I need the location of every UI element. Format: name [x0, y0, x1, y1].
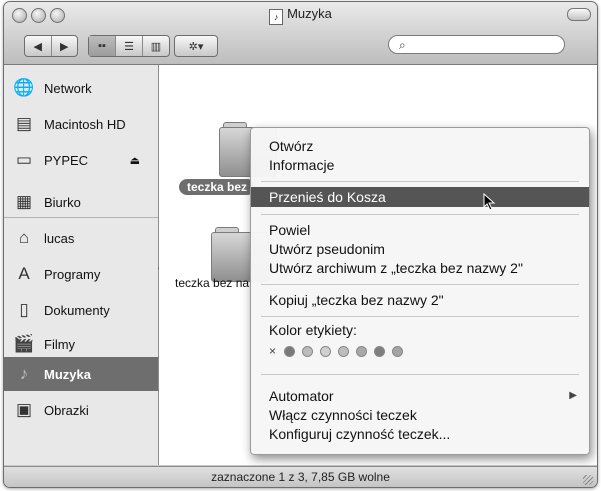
- label-color-heading: Kolor etykiety:: [269, 322, 357, 338]
- folder-label[interactable]: teczka bez na: [175, 276, 249, 290]
- search-icon: ⌕: [399, 38, 406, 52]
- label-color-swatch[interactable]: [302, 345, 314, 357]
- menu-item-label: Automator: [269, 388, 334, 404]
- sidebar-item-label: Dokumenty: [44, 302, 110, 318]
- label-color-swatch[interactable]: [284, 345, 296, 357]
- label-color-swatch[interactable]: [338, 345, 350, 357]
- music-icon: ♪: [19, 364, 29, 383]
- sidebar-item-label: Biurko: [44, 194, 81, 210]
- label-color-swatch[interactable]: [374, 345, 386, 357]
- sidebar-item-biurko[interactable]: ▦ Biurko: [10, 187, 156, 217]
- menu-separator: [261, 214, 579, 215]
- sidebar-item-label: Muzyka: [44, 366, 91, 382]
- label-color-swatch[interactable]: [356, 345, 368, 357]
- menu-separator: [261, 284, 579, 285]
- sidebar-item-macintosh-hd[interactable]: ▤ Macintosh HD: [10, 109, 156, 139]
- resize-grip-icon[interactable]: [583, 475, 593, 485]
- menu-item-create-archive[interactable]: Utwórz archiwum z „teczka bez nazwy 2": [251, 258, 589, 278]
- desktop-icon: ▦: [15, 192, 33, 211]
- label-color-swatch[interactable]: [392, 345, 404, 357]
- sidebar-item-programy[interactable]: A Programy: [10, 259, 156, 289]
- eject-icon[interactable]: ⏏: [130, 154, 140, 167]
- folder-label-selected[interactable]: teczka bez: [179, 179, 256, 195]
- menu-item-automator[interactable]: Automator ▶: [251, 386, 589, 406]
- sidebar-item-label: lucas: [44, 230, 75, 246]
- music-folder-icon: ♪: [269, 9, 284, 25]
- menu-item-configure-folder-actions[interactable]: Konfiguruj czynność teczek...: [251, 424, 589, 444]
- forward-button[interactable]: ▶: [50, 36, 78, 56]
- sidebar-item-muzyka[interactable]: ♪ Muzyka: [4, 357, 158, 391]
- globe-icon: 🌐: [13, 78, 35, 97]
- back-forward-control: ◀ ▶: [24, 35, 78, 57]
- status-text: zaznaczone 1 z 3, 7,85 GB wolne: [211, 470, 390, 484]
- sidebar-item-label: Obrazki: [44, 402, 89, 418]
- menu-item-move-to-trash[interactable]: Przenieś do Kosza: [251, 187, 589, 207]
- sidebar-item-network[interactable]: 🌐 Network: [10, 73, 156, 103]
- menu-item-enable-folder-actions[interactable]: Włącz czynności teczek: [251, 405, 589, 425]
- applications-icon: A: [18, 264, 30, 283]
- sidebar-item-obrazki[interactable]: ▣ Obrazki: [10, 395, 156, 425]
- finder-window: ♪ Muzyka ◀ ▶ ▪▪ ☰ ▥ ✲▾ ⌕ 🌐 Network ▤ Maci…: [3, 1, 598, 488]
- menu-item-get-info[interactable]: Informacje: [251, 155, 589, 175]
- sidebar-item-label: Macintosh HD: [44, 116, 126, 132]
- mouse-pointer-icon: [483, 193, 496, 211]
- sidebar-divider: [4, 217, 158, 218]
- drive-icon: ▭: [15, 150, 33, 169]
- sidebar: 🌐 Network ▤ Macintosh HD ▭ PYPEC ⏏ ▦ Biu…: [4, 65, 159, 465]
- sidebar-item-label: Filmy: [44, 336, 76, 352]
- sidebar-item-pypec[interactable]: ▭ PYPEC ⏏: [10, 145, 156, 175]
- menu-item-copy[interactable]: Kopiuj „teczka bez nazwy 2": [251, 290, 589, 310]
- menu-separator: [261, 316, 579, 317]
- pictures-icon: ▣: [15, 400, 33, 419]
- home-icon: ⌂: [18, 228, 30, 247]
- column-view-button[interactable]: ▥: [142, 36, 169, 56]
- sidebar-item-label: Network: [44, 80, 92, 96]
- search-field[interactable]: ⌕: [388, 35, 565, 54]
- menu-separator: [261, 181, 579, 182]
- submenu-arrow-icon: ▶: [569, 390, 577, 401]
- context-menu: Otwórz Informacje Przenieś do Kosza Powi…: [250, 127, 590, 455]
- harddisk-icon: ▤: [15, 114, 33, 133]
- back-button[interactable]: ◀: [25, 36, 51, 56]
- toolbar: ♪ Muzyka ◀ ▶ ▪▪ ☰ ▥ ✲▾ ⌕: [4, 2, 597, 65]
- status-bar: zaznaczone 1 z 3, 7,85 GB wolne: [4, 466, 597, 487]
- no-label-button[interactable]: ×: [269, 344, 276, 358]
- menu-item-open[interactable]: Otwórz: [251, 136, 589, 156]
- label-color-swatch[interactable]: [320, 345, 332, 357]
- toolbar-toggle-button[interactable]: [567, 8, 591, 21]
- sidebar-item-lucas[interactable]: ⌂ lucas: [10, 223, 156, 253]
- sidebar-item-label: PYPEC: [44, 152, 89, 168]
- sidebar-item-dokumenty[interactable]: ▯ Dokumenty: [10, 295, 156, 325]
- menu-item-make-alias[interactable]: Utwórz pseudonim: [251, 239, 589, 259]
- window-title: ♪ Muzyka: [4, 6, 597, 25]
- icon-view-button[interactable]: ▪▪: [89, 36, 115, 56]
- action-menu-control: ✲▾: [174, 35, 218, 57]
- action-menu-button[interactable]: ✲▾: [175, 36, 217, 56]
- view-switcher: ▪▪ ☰ ▥: [88, 35, 170, 57]
- sidebar-item-label: Programy: [44, 266, 101, 282]
- sidebar-item-filmy[interactable]: 🎬 Filmy: [10, 329, 156, 359]
- menu-separator: [261, 374, 579, 375]
- documents-icon: ▯: [19, 300, 29, 319]
- label-color-swatches: ×: [269, 344, 410, 358]
- movies-icon: 🎬: [13, 334, 35, 353]
- menu-item-duplicate[interactable]: Powiel: [251, 220, 589, 240]
- list-view-button[interactable]: ☰: [115, 36, 142, 56]
